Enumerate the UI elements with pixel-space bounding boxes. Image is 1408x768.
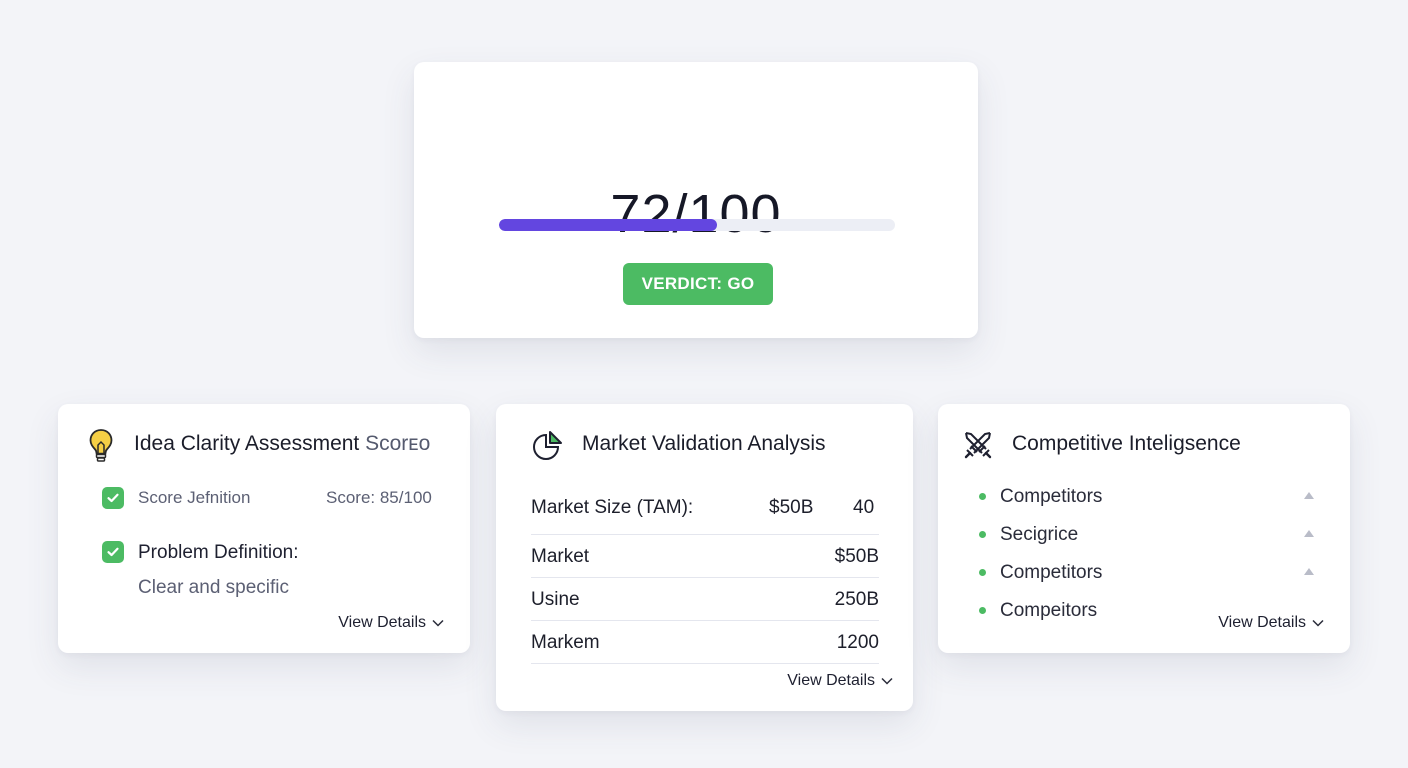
divider	[531, 620, 879, 621]
market-row-value: $50B	[834, 546, 879, 567]
market-size-value: $50B	[769, 497, 814, 518]
idea-item-label: Problem Definition:	[138, 542, 299, 563]
idea-clarity-card: Idea Clarity Assessment Scorᴇᴏ Score Jef…	[58, 404, 470, 653]
pie-chart-icon	[533, 431, 562, 460]
view-details-label: View Details	[787, 672, 875, 689]
market-row-label: Markem	[531, 632, 600, 653]
verdict-badge: VERDICT: GO	[623, 263, 773, 305]
chevron-down-icon	[881, 677, 893, 685]
check-icon	[102, 541, 124, 563]
market-row-value: 1200	[836, 632, 879, 653]
competitive-intelligence-title: Competitive Inteligsence	[1012, 432, 1241, 455]
market-validation-card: Market Validation Analysis Market Size (…	[496, 404, 913, 711]
competitor-item: Compeitors	[1000, 600, 1098, 621]
divider	[531, 534, 879, 535]
bullet-dot	[979, 493, 986, 500]
market-row-value: 250B	[834, 589, 879, 610]
score-progress-bar	[499, 219, 895, 231]
market-size-extra: 40	[853, 497, 875, 518]
caret-up-icon[interactable]	[1304, 492, 1314, 499]
overall-score: 72/100	[610, 184, 782, 244]
check-icon	[102, 487, 124, 509]
market-size-label: Market Size (TAM):	[531, 497, 694, 518]
idea-clarity-title-suffix: Scorᴇᴏ	[365, 432, 431, 455]
market-row-label: Market	[531, 546, 590, 567]
competitive-view-details-button[interactable]: View Details	[1218, 615, 1324, 631]
caret-up-icon[interactable]	[1304, 568, 1314, 575]
competitor-item: Competitors	[1000, 562, 1103, 583]
bullet-dot	[979, 607, 986, 614]
idea-item-label: Score Jefnition	[138, 488, 251, 507]
market-view-details-button[interactable]: View Details	[787, 673, 893, 689]
idea-clarity-title-text: Idea Clarity Assessment	[134, 432, 360, 455]
lightbulb-icon	[89, 429, 113, 462]
chevron-down-icon	[1312, 619, 1324, 627]
bullet-dot	[979, 569, 986, 576]
competitor-item: Competitors	[1000, 486, 1103, 507]
idea-clarity-title: Idea Clarity Assessment Scorᴇᴏ	[134, 433, 430, 454]
divider	[531, 663, 879, 664]
competitive-intelligence-card: Competitive Inteligsence Competitors Sec…	[938, 404, 1350, 653]
chevron-down-icon	[432, 619, 444, 627]
crossed-swords-icon	[964, 432, 992, 459]
market-validation-title: Market Validation Analysis	[582, 432, 826, 455]
idea-view-details-button[interactable]: View Details	[338, 615, 444, 631]
score-progress-fill	[499, 219, 717, 231]
idea-item-score: Score: 85/100	[326, 488, 432, 507]
bullet-dot	[979, 531, 986, 538]
caret-up-icon[interactable]	[1304, 530, 1314, 537]
competitor-item: Secigrice	[1000, 524, 1079, 545]
view-details-label: View Details	[338, 614, 426, 631]
view-details-label: View Details	[1218, 614, 1306, 631]
score-card: 72/100 VERDICT: GO	[414, 62, 978, 338]
divider	[531, 577, 879, 578]
market-row-label: Usine	[531, 589, 580, 610]
dashboard: 72/100 VERDICT: GO Idea Clarity Assessme…	[0, 0, 1408, 768]
idea-item-detail: Clear and specific	[138, 577, 290, 598]
